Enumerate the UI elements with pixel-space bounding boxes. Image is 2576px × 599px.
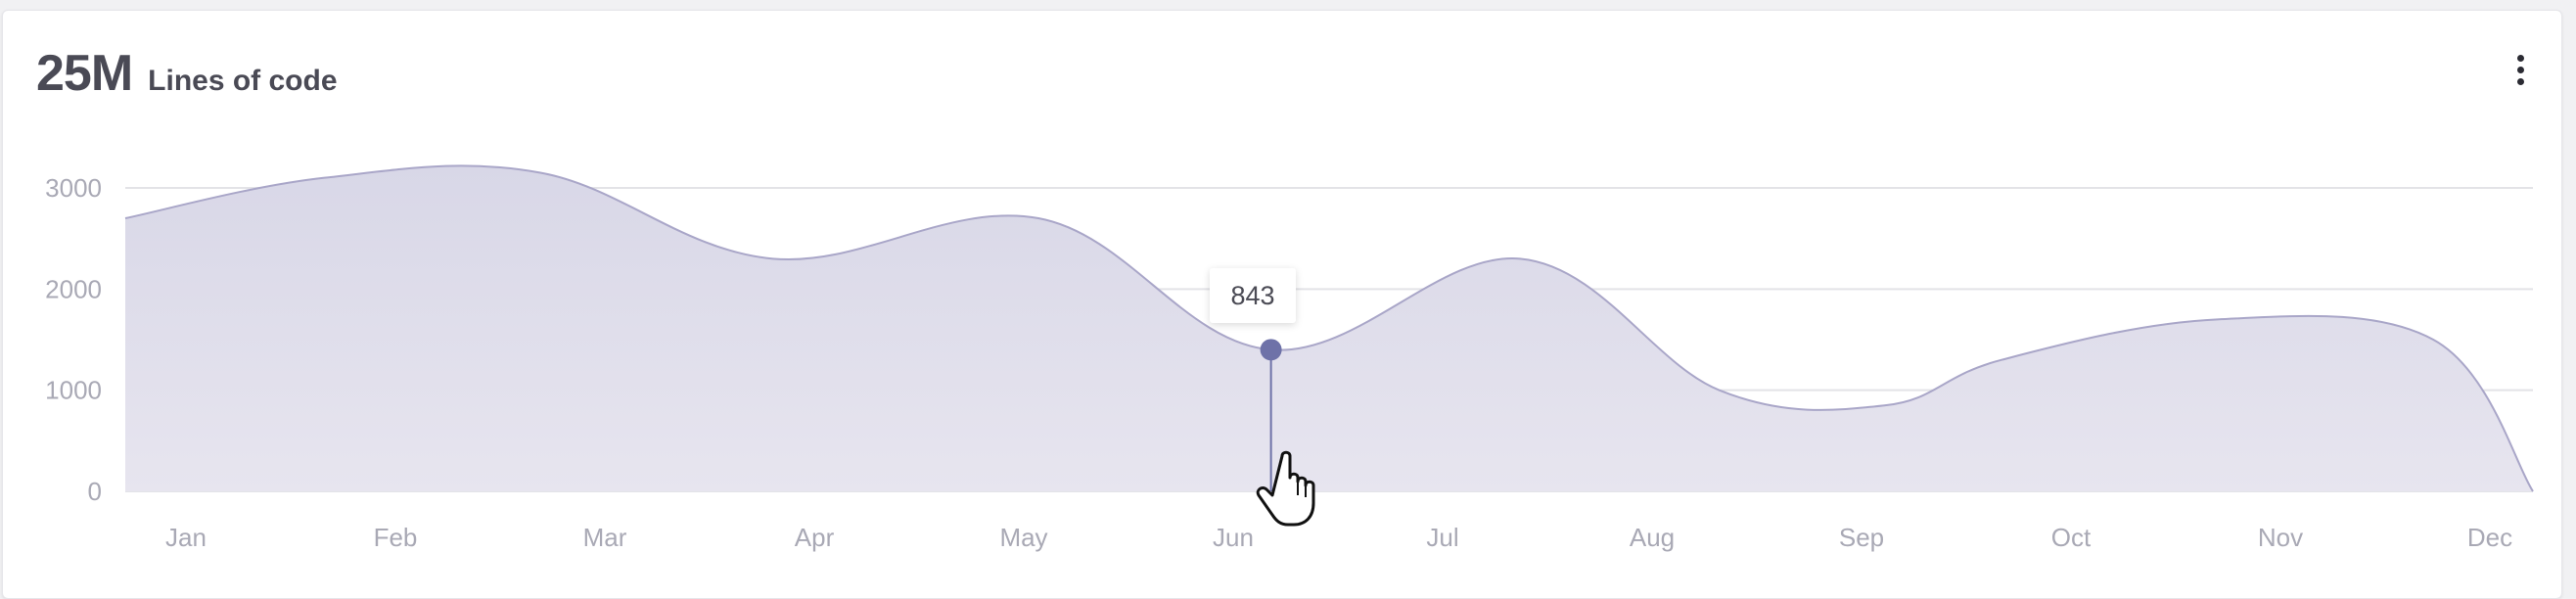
x-tick-label: Jul	[1426, 523, 1458, 552]
x-tick-label: Jun	[1213, 523, 1254, 552]
value-tooltip: 843	[1210, 268, 1296, 323]
x-tick-label: Aug	[1630, 523, 1675, 552]
highlight-point	[1260, 339, 1282, 361]
x-tick-label: Nov	[2258, 523, 2303, 552]
y-tick-label: 3000	[45, 173, 102, 203]
x-tick-label: Dec	[2467, 523, 2512, 552]
x-tick-label: Feb	[374, 523, 418, 552]
y-tick-label: 1000	[45, 376, 102, 405]
x-tick-label: Oct	[2051, 523, 2092, 552]
area-layer	[124, 164, 2534, 492]
series-area	[125, 165, 2533, 492]
x-tick-label: Jan	[165, 523, 207, 552]
x-tick-label: Mar	[583, 523, 627, 552]
x-tick-label: Apr	[795, 523, 835, 552]
y-tick-label: 2000	[45, 274, 102, 303]
x-tick-label: May	[999, 523, 1047, 552]
x-axis: Jan Feb Mar Apr May Jun Jul Aug Sep Oct Nov Dec	[165, 523, 2512, 552]
y-axis: 0 1000 2000 3000	[45, 173, 102, 506]
x-tick-label: Sep	[1839, 523, 1884, 552]
y-tick-label: 0	[88, 477, 102, 506]
